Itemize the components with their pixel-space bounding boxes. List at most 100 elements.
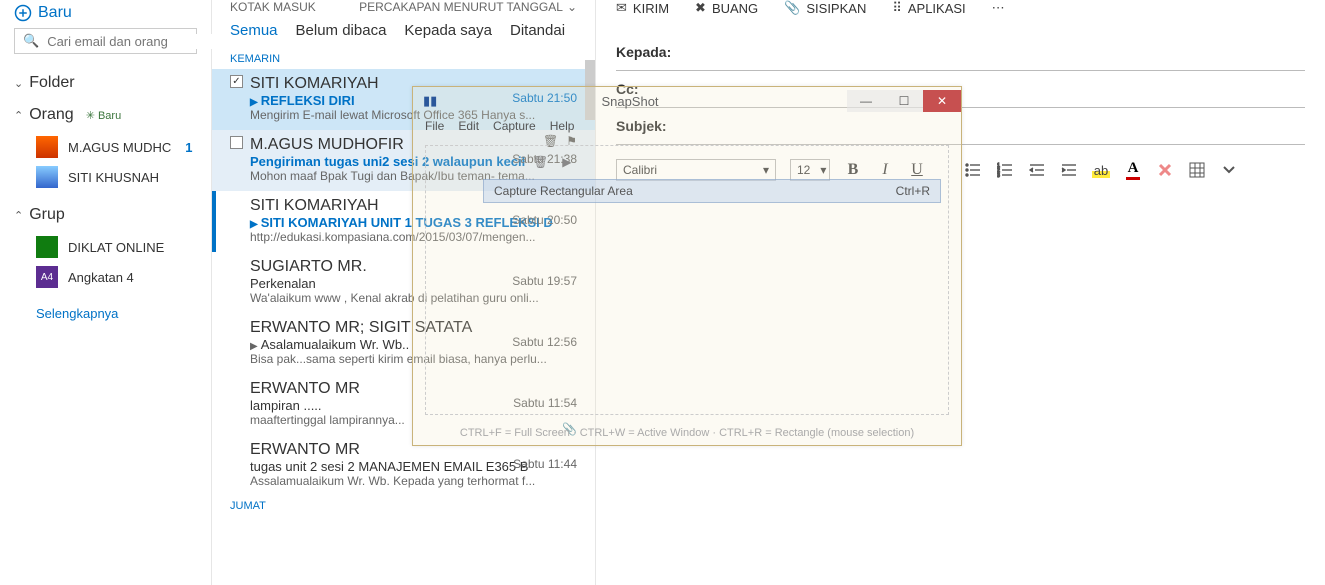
checkbox-icon[interactable]: ✓	[230, 75, 243, 88]
chevron-down-icon: ⌄	[14, 77, 23, 90]
message-item[interactable]: ERWANTO MR tugas unit 2 sesi 2 MANAJEMEN…	[212, 435, 595, 496]
subject-field[interactable]: Subjek:	[616, 108, 1305, 145]
caret-icon: ▶	[250, 219, 258, 230]
plus-icon	[14, 4, 32, 22]
message-item[interactable]: ERWANTO MR lampiran ..... maaftertinggal…	[212, 374, 595, 435]
filter-unread[interactable]: Belum dibaca	[296, 22, 387, 39]
person-item[interactable]: M.AGUS MUDHC 1	[14, 132, 197, 162]
underline-button[interactable]: U	[908, 161, 926, 179]
insert-button[interactable]: 📎 SISIPKAN	[784, 0, 866, 16]
search-box[interactable]: 🔍	[14, 28, 197, 54]
chevron-down-icon: ▾	[763, 163, 769, 177]
message-subject: Asalamualaikum Wr. Wb..	[261, 337, 410, 352]
new-badge: ✳ Baru	[86, 109, 122, 122]
outdent-icon[interactable]	[1028, 161, 1046, 179]
avatar-icon	[36, 166, 58, 188]
to-input[interactable]	[682, 45, 1305, 60]
group-item[interactable]: A4 Angkatan 4	[14, 262, 197, 292]
flag-icon[interactable]: ⚑	[566, 134, 577, 148]
discard-label: BUANG	[712, 1, 758, 16]
size-value: 12	[797, 163, 810, 177]
message-time: Sabtu 19:57	[512, 274, 577, 288]
group-section[interactable]: ⌃ Grup	[14, 206, 197, 224]
message-time: Sabtu 20:50	[512, 213, 577, 227]
delete-icon[interactable]: 🗑	[543, 134, 558, 148]
filter-tome[interactable]: Kepada saya	[404, 22, 492, 39]
group-label: Grup	[29, 206, 65, 224]
message-preview: Bisa pak...sama seperti kirim email bias…	[250, 352, 577, 366]
person-name: SITI KHUSNAH	[68, 170, 159, 185]
people-section[interactable]: ⌃ Orang ✳ Baru	[14, 106, 197, 124]
group-tile-icon: A4	[36, 266, 58, 288]
attachment-icon: 📎	[784, 0, 800, 16]
indent-icon[interactable]	[1060, 161, 1078, 179]
message-item[interactable]: ✓ SITI KOMARIYAH ▶REFLEKSI DIRI Mengirim…	[212, 69, 595, 130]
search-icon: 🔍	[23, 33, 39, 49]
scrollbar[interactable]	[585, 60, 595, 120]
message-time: Sabtu 21:50	[512, 91, 577, 105]
insert-label: SISIPKAN	[806, 1, 866, 16]
caret-icon: ▶	[250, 97, 258, 108]
bullets-icon[interactable]	[964, 161, 982, 179]
send-button[interactable]: ✉KIRIM	[616, 0, 669, 16]
numbered-list-icon[interactable]: 123	[996, 161, 1014, 179]
message-action-icons[interactable]: 🗑⚑	[543, 134, 577, 148]
discard-button[interactable]: ✖ BUANG	[695, 0, 758, 16]
subject-label: Subjek:	[616, 118, 676, 134]
search-input[interactable]	[47, 34, 223, 49]
message-item[interactable]: SITI KOMARIYAH ▶SITI KOMARIYAH UNIT 1 TU…	[212, 191, 595, 252]
sort-label: PERCAKAPAN MENURUT TANGGAL	[359, 0, 563, 14]
group-tile-icon	[36, 236, 58, 258]
message-time: Sabtu 12:56	[512, 335, 577, 349]
to-field[interactable]: Kepada:	[616, 34, 1305, 71]
apps-icon: ⠿	[892, 0, 902, 16]
folder-section[interactable]: ⌄ Folder	[14, 74, 197, 92]
caret-icon: ▶	[250, 341, 258, 352]
clear-format-icon[interactable]	[1156, 161, 1174, 179]
new-button-label: Baru	[38, 4, 72, 22]
italic-button[interactable]: I	[876, 161, 894, 179]
subject-input[interactable]	[682, 119, 1305, 134]
apps-button[interactable]: ⠿ APLIKASI	[892, 0, 965, 16]
size-select[interactable]: 12 ▾	[790, 159, 830, 181]
cc-field[interactable]: Cc:	[616, 71, 1305, 108]
message-item[interactable]: SUGIARTO MR. Perkenalan Wa'alaikum www ,…	[212, 252, 595, 313]
person-item[interactable]: SITI KHUSNAH	[14, 162, 197, 192]
more-link[interactable]: Selengkapnya	[36, 306, 197, 321]
message-item[interactable]: ERWANTO MR; SIGIT SATATA ▶Asalamualaikum…	[212, 313, 595, 374]
message-preview: Mohon maaf Bpak Tugi dan Bapak/Ibu teman…	[250, 169, 577, 183]
group-item[interactable]: DIKLAT ONLINE	[14, 232, 197, 262]
sort-dropdown[interactable]: PERCAKAPAN MENURUT TANGGAL ⌄	[359, 0, 577, 14]
bold-button[interactable]: B	[844, 161, 862, 179]
new-button[interactable]: Baru	[14, 4, 197, 22]
message-item[interactable]: 🗑⚑ M.AGUS MUDHOFIR Pengiriman tugas uni2…	[212, 130, 595, 191]
filter-all[interactable]: Semua	[230, 22, 278, 39]
message-subject: SITI KOMARIYAH UNIT 1 TUGAS 3 REFLEKSI D	[261, 215, 553, 230]
font-color-icon[interactable]: A	[1124, 161, 1142, 179]
table-icon[interactable]	[1188, 161, 1206, 179]
filter-bar: Semua Belum dibaca Kepada saya Ditandai	[212, 18, 595, 49]
apps-label: APLIKASI	[908, 1, 966, 16]
people-label: Orang	[29, 106, 73, 124]
message-preview: Mengirim E-mail lewat Microsoft Office 3…	[250, 108, 577, 122]
chevron-down-icon: ▾	[820, 163, 826, 177]
close-icon: ✖	[695, 0, 706, 16]
checkbox-icon[interactable]	[230, 136, 243, 149]
date-header: JUMAT	[212, 496, 595, 516]
attachment-icon: 📎	[562, 422, 577, 436]
send-label: KIRIM	[633, 1, 669, 16]
filter-flagged[interactable]: Ditandai	[510, 22, 565, 39]
compose-pane: ✉KIRIM ✖ BUANG 📎 SISIPKAN ⠿ APLIKASI ⋯ Kepa…	[596, 0, 1325, 585]
avatar-icon	[36, 136, 58, 158]
person-name: M.AGUS MUDHC	[68, 140, 171, 155]
font-select[interactable]: Calibri▾	[616, 159, 776, 181]
cc-input[interactable]	[652, 82, 1305, 97]
highlight-icon[interactable]: ab	[1092, 161, 1110, 179]
sidebar: Baru 🔍 ⌄ Folder ⌃ Orang ✳ Baru M.AGUS MU…	[0, 0, 212, 585]
message-preview: Assalamualaikum Wr. Wb. Kepada yang terh…	[250, 474, 577, 488]
inbox-label: KOTAK MASUK	[230, 0, 316, 14]
svg-text:3: 3	[997, 173, 1000, 178]
expand-toolbar-icon[interactable]	[1220, 161, 1238, 179]
message-preview: Wa'alaikum www , Kenal akrab di pelatiha…	[250, 291, 577, 305]
more-button[interactable]: ⋯	[992, 0, 1005, 16]
